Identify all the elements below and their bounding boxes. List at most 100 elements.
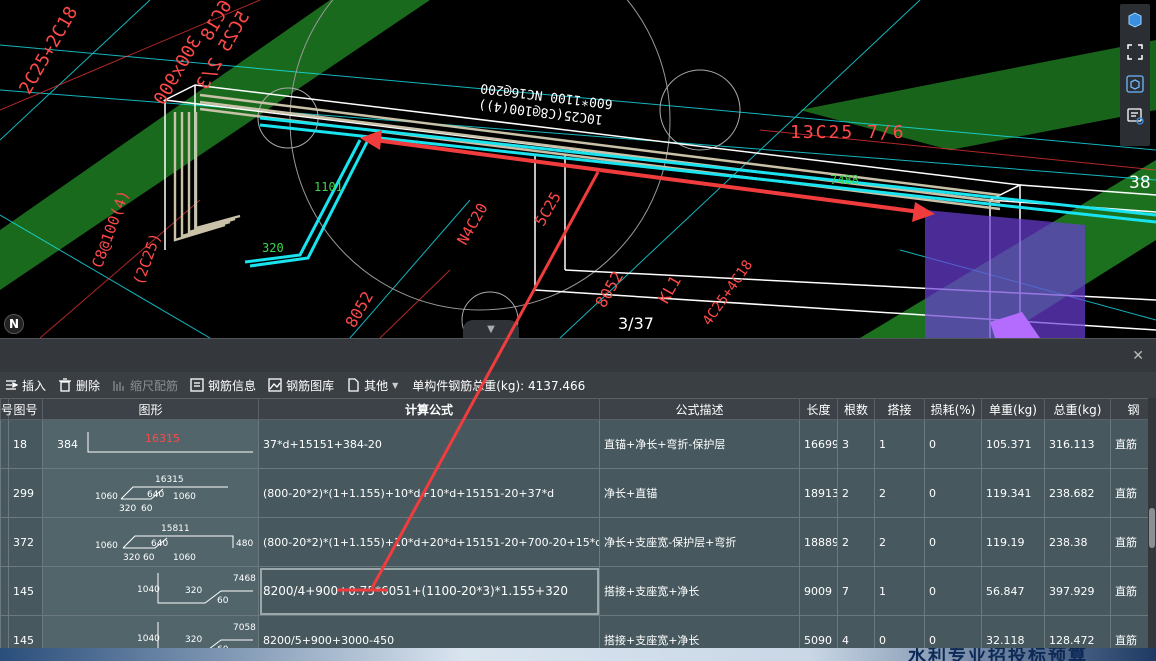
cell-fig[interactable]: 18 [8,419,43,469]
rebar-info-button[interactable]: 钢筋信息 [190,377,256,394]
collapse-panel-button[interactable]: ▼ [463,320,519,338]
cell-formula[interactable]: 37*d+15151+384-20 [258,419,600,469]
col-header-formula[interactable]: 计算公式 [258,398,600,420]
cell-total-weight[interactable]: 238.682 [1044,468,1111,518]
rebar-library-button[interactable]: 钢筋图库 [268,377,334,394]
cell-formula[interactable]: (800-20*2)*(1+1.155)+10*d+20*d+15151-20+… [258,517,600,567]
cell-count[interactable]: 2 [837,517,875,567]
insert-button[interactable]: 插入 [4,377,46,394]
cell-unit-weight[interactable]: 119.19 [981,517,1045,567]
cell-loss[interactable]: 0 [924,566,982,616]
caret-down-icon: ▼ [392,380,399,390]
col-header-fig[interactable]: 图号 [8,398,43,420]
scrollbar-thumb[interactable] [1149,508,1155,548]
col-header-length[interactable]: 长度 [799,398,838,420]
cell-unit-weight[interactable]: 119.341 [981,468,1045,518]
box-3d-icon [1126,75,1144,93]
cell-count[interactable]: 3 [837,419,875,469]
other-menu-button[interactable]: 其他 ▼ [346,377,398,394]
table-row[interactable]: 299 16315 1060 640 1060 320 60 (800-20*2… [0,468,1156,518]
close-icon[interactable]: ✕ [1132,348,1144,364]
col-header-unit-weight[interactable]: 单重(kg) [981,398,1045,420]
cell-length[interactable]: 18889 [799,517,838,567]
col-header-count[interactable]: 根数 [837,398,875,420]
cell-desc[interactable]: 直锚+净长+弯折-保护层 [599,419,800,469]
cell-loss[interactable]: 0 [924,517,982,567]
cell-count[interactable]: 2 [837,468,875,518]
3d-view-button[interactable] [1123,72,1147,96]
view-settings-icon [1127,108,1144,125]
view-settings-button[interactable] [1123,104,1147,128]
shape-dim: 320 [185,586,202,596]
shape-dim: 1060 [173,492,196,502]
cell-formula[interactable]: (800-20*2)*(1+1.155)+10*d+10*d+15151-20+… [258,468,600,518]
cell-no[interactable] [0,419,9,469]
delete-button[interactable]: 删除 [58,377,100,394]
cell-lap[interactable]: 2 [874,517,925,567]
cube-icon [1128,12,1142,28]
table-row[interactable]: 18 384 16315 37*d+15151+384-20 直锚+净长+弯折-… [0,419,1156,469]
table-header-row: 号 图号 图形 计算公式 公式描述 长度 根数 搭接 损耗(%) 单重(kg) … [0,398,1156,420]
cell-length[interactable]: 18913 [799,468,838,518]
table-row[interactable]: 372 15811 1060 640 1060 320 60 480 (800-… [0,517,1156,567]
image-library-icon [268,378,282,392]
shape-dim: 640 [151,539,168,549]
shape-dim: 640 [147,490,164,500]
shrink-rebar-button[interactable]: 缩尺配筋 [112,377,178,394]
cell-no[interactable] [0,566,9,616]
cad-label-len-7488: 7488 [830,173,859,187]
view-cube-button[interactable] [1123,8,1147,32]
cell-lap[interactable]: 2 [874,468,925,518]
rebar-shape-drawing: 384 16315 [57,432,253,453]
rebar-library-label: 钢筋图库 [286,378,335,393]
cell-total-weight[interactable]: 238.38 [1044,517,1111,567]
cell-count[interactable]: 7 [837,566,875,616]
fullscreen-button[interactable] [1123,40,1147,64]
cell-shape[interactable]: 384 16315 [42,419,259,469]
delete-label: 删除 [76,378,101,393]
shrink-rebar-label: 缩尺配筋 [130,378,179,393]
shape-dim: 320 [119,504,136,514]
view-page-indicator: 3/37 [618,314,654,333]
info-list-icon [190,378,204,392]
shape-dim: 320 [123,553,140,563]
cell-desc[interactable]: 净长+支座宽-保护层+弯折 [599,517,800,567]
cell-total-weight[interactable]: 316.113 [1044,419,1111,469]
rebar-3d-scene[interactable] [0,0,1156,338]
cell-shape[interactable]: 7468 1040 320 60 [42,566,259,616]
cell-desc[interactable]: 净长+直锚 [599,468,800,518]
table-row-selected[interactable]: 145 7468 1040 320 60 8200/4+900+0.75*605… [0,566,1156,616]
col-header-shape[interactable]: 图形 [42,398,259,420]
shape-dim: 7058 [233,623,256,633]
cell-fig[interactable]: 299 [8,468,43,518]
col-header-no[interactable]: 号 [0,398,13,420]
col-header-loss[interactable]: 损耗(%) [924,398,982,420]
col-header-total-weight[interactable]: 总重(kg) [1044,398,1111,420]
cell-lap[interactable]: 1 [874,566,925,616]
cell-unit-weight[interactable]: 56.847 [981,566,1045,616]
cell-loss[interactable]: 0 [924,468,982,518]
cell-lap[interactable]: 1 [874,419,925,469]
cell-shape[interactable]: 16315 1060 640 1060 320 60 [42,468,259,518]
cell-desc[interactable]: 搭接+支座宽+净长 [599,566,800,616]
shape-dim: 1060 [173,553,196,563]
cell-total-weight[interactable]: 397.929 [1044,566,1111,616]
cell-no[interactable] [0,468,9,518]
col-header-lap[interactable]: 搭接 [874,398,925,420]
table-scrollbar[interactable] [1148,398,1156,661]
shape-dim: 16315 [145,432,180,445]
cell-formula-editing[interactable]: 8200/4+900+0.75*6051+(1100-20*3)*1.155+3… [258,566,600,616]
col-header-desc[interactable]: 公式描述 [599,398,800,420]
cell-unit-weight[interactable]: 105.371 [981,419,1045,469]
cell-fig[interactable]: 372 [8,517,43,567]
view-edge-number: 38 [1129,173,1151,193]
cad-3d-viewport[interactable]: 600*1100 NC16@200 10C25(C8@100(4)) 13C25… [0,0,1156,338]
compass-north[interactable]: N [4,314,24,334]
cell-no[interactable] [0,517,9,567]
cell-fig[interactable]: 145 [8,566,43,616]
cell-length[interactable]: 9009 [799,566,838,616]
cell-loss[interactable]: 0 [924,419,982,469]
cell-shape[interactable]: 15811 1060 640 1060 320 60 480 [42,517,259,567]
cell-length[interactable]: 16699 [799,419,838,469]
insert-icon [6,380,18,390]
